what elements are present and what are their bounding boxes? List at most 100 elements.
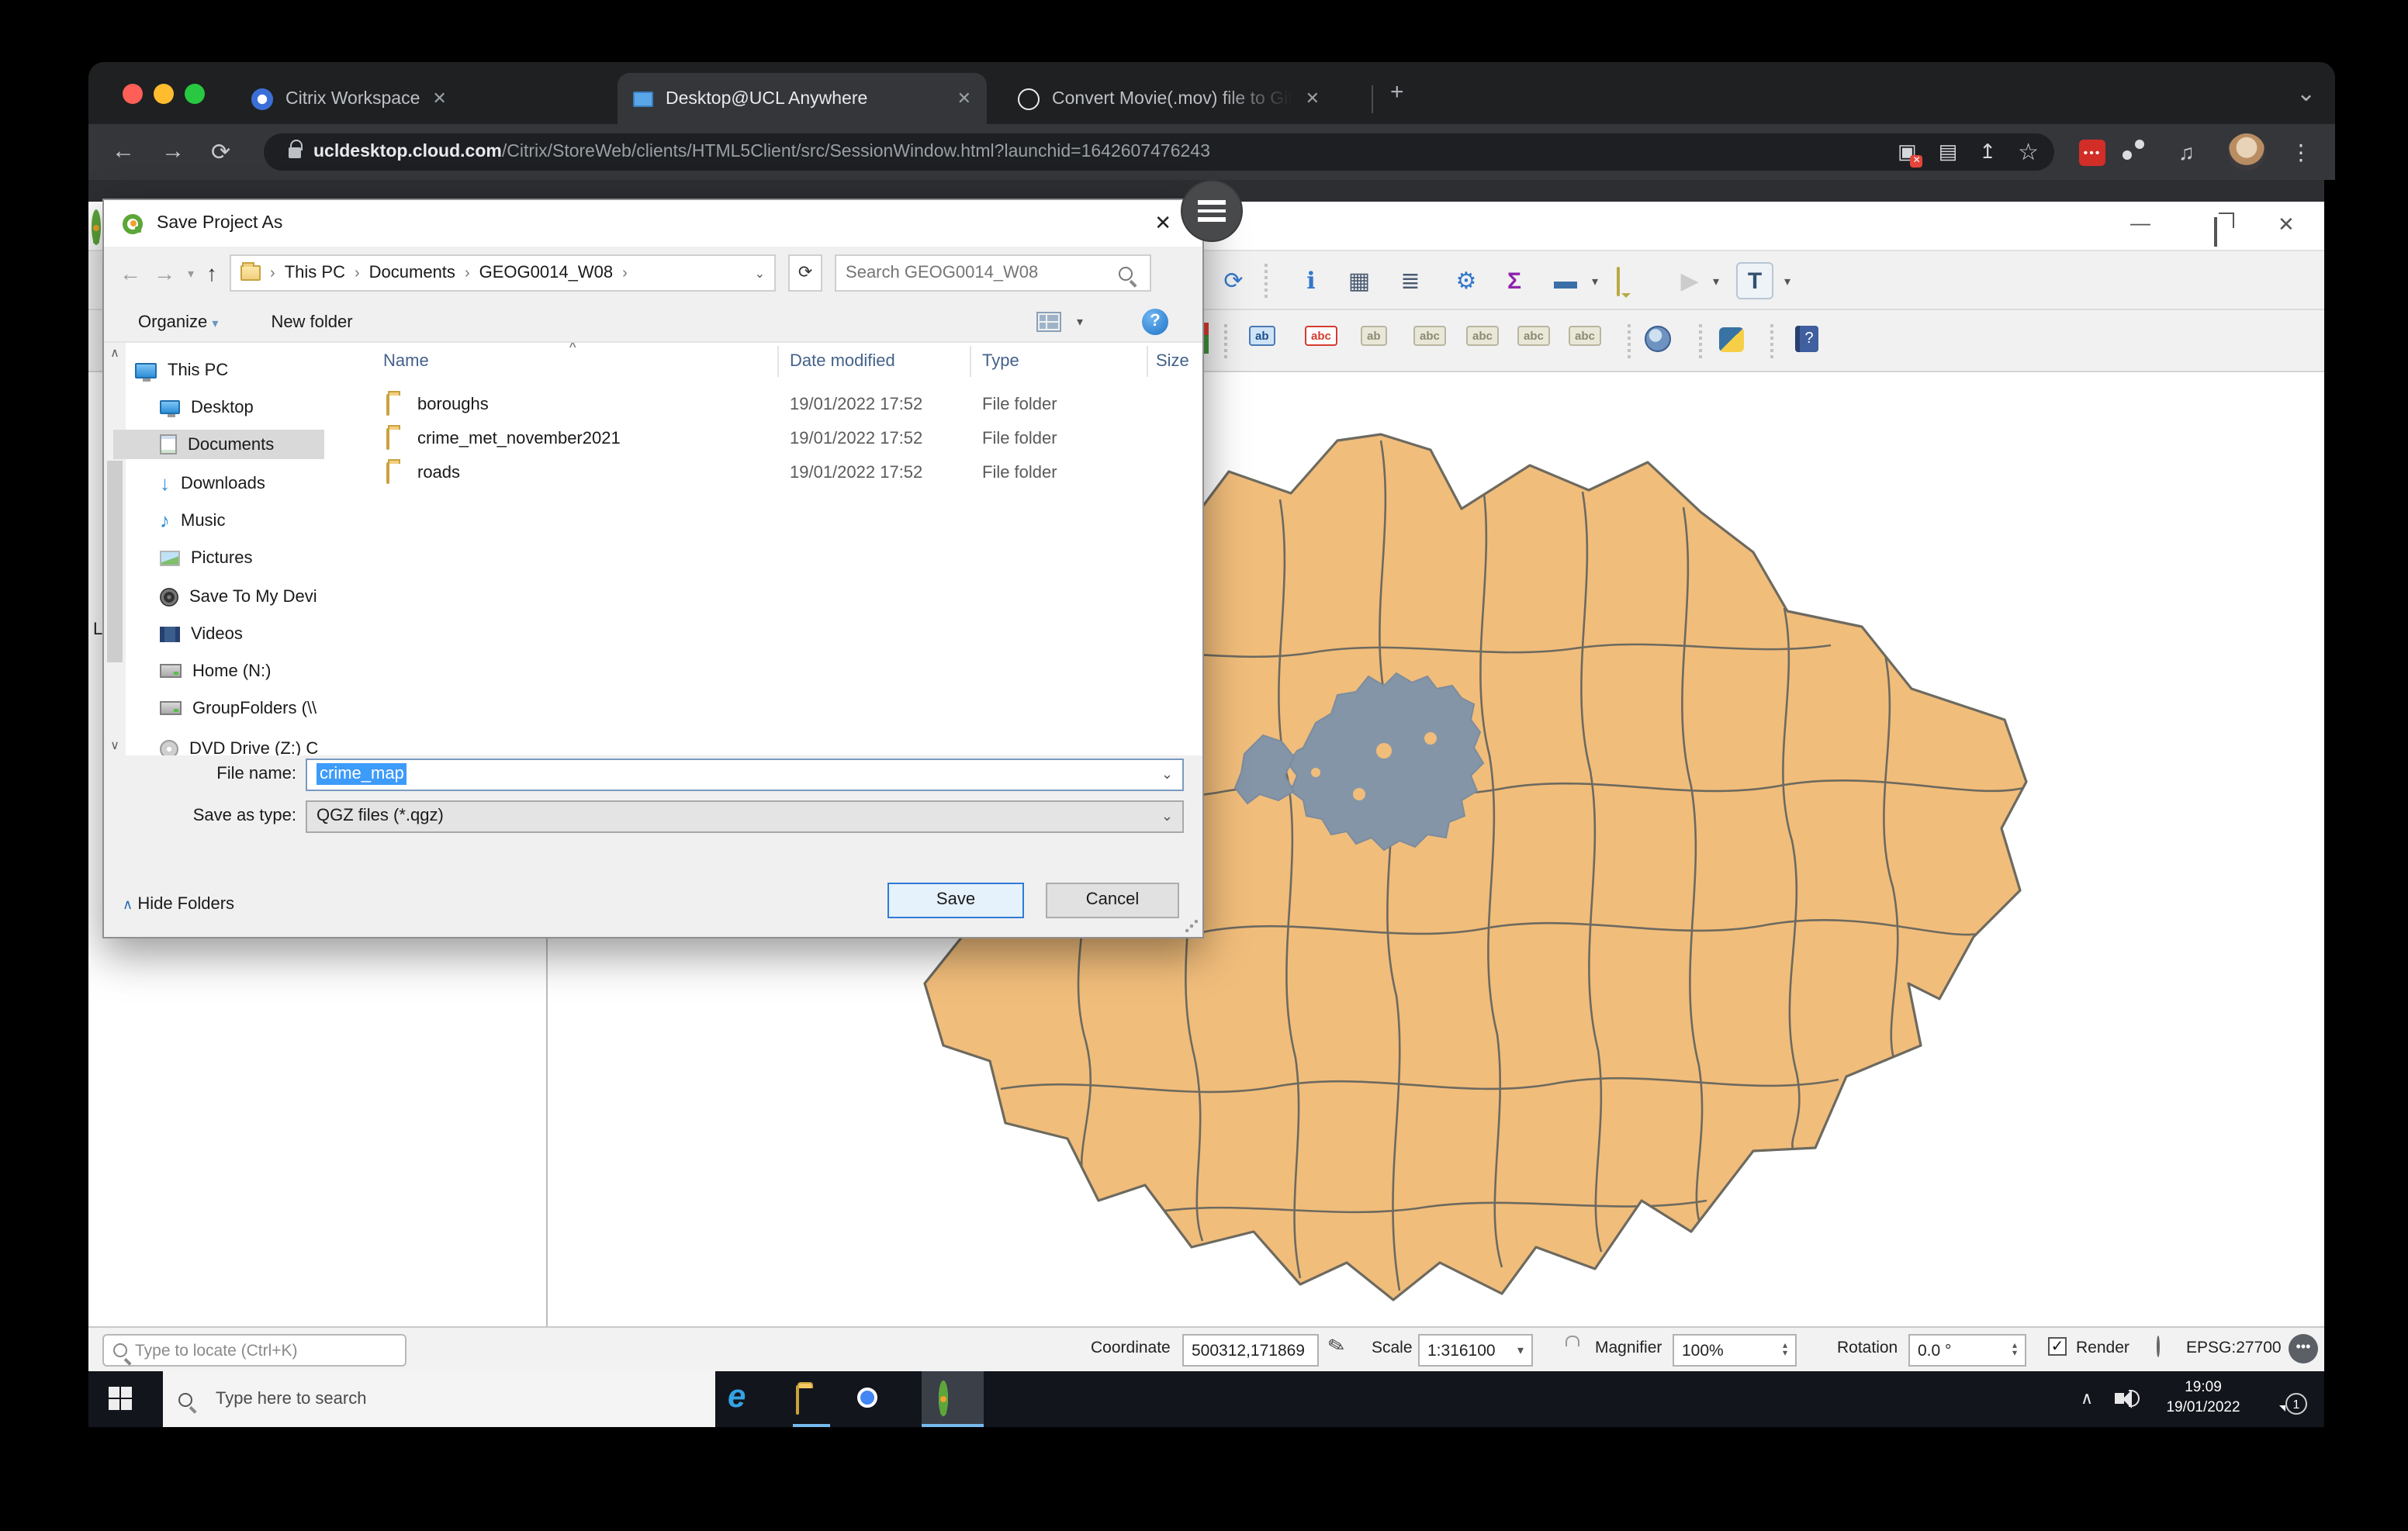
file-name-dropdown-icon[interactable]: ⌄: [1161, 766, 1173, 783]
help-button[interactable]: ?: [1142, 309, 1168, 335]
crs-value[interactable]: EPSG:27700: [2186, 1339, 2282, 1357]
tab-search-chevron-icon[interactable]: ⌄: [2296, 79, 2316, 107]
run-feature-action-icon[interactable]: ▶: [1671, 262, 1708, 299]
breadcrumb-dropdown-icon[interactable]: ⌄: [755, 266, 765, 280]
mac-close-button[interactable]: [123, 84, 143, 104]
sidebar-item-desktop[interactable]: Desktop: [160, 392, 254, 422]
tab-close-icon[interactable]: ✕: [1306, 88, 1320, 109]
profile-avatar[interactable]: [2228, 133, 2265, 171]
metasearch-globe-icon[interactable]: [1645, 326, 1671, 352]
label-highlight-icon[interactable]: abc: [1305, 326, 1337, 346]
map-tips-icon[interactable]: [1617, 267, 1620, 296]
dialog-search-box[interactable]: [835, 254, 1151, 292]
save-as-type-select[interactable]: QGZ files (*.qgz) ⌄: [306, 800, 1184, 832]
python-console-icon[interactable]: [1719, 327, 1744, 352]
share-icon[interactable]: ↥: [1979, 140, 1996, 164]
sidebar-item-pictures[interactable]: Pictures: [160, 543, 253, 572]
scale-combo[interactable]: 1:316100▾: [1418, 1334, 1533, 1367]
text-annotation-icon[interactable]: T: [1736, 262, 1773, 299]
coordinate-input[interactable]: 500312,171869: [1182, 1334, 1319, 1367]
breadcrumb-this-pc[interactable]: This PC: [285, 264, 345, 282]
sidebar-item-groupfolders[interactable]: GroupFolders (\\: [160, 693, 317, 723]
nav-history-icon[interactable]: ▾: [188, 266, 194, 280]
column-header-size[interactable]: Size: [1156, 352, 1189, 371]
dialog-close-icon[interactable]: ✕: [1142, 208, 1184, 239]
toolbar-handle[interactable]: [1265, 264, 1271, 298]
lastpass-extension-icon[interactable]: •••: [2079, 140, 2105, 166]
breadcrumb-current-folder[interactable]: GEOG0014_W08: [479, 264, 613, 282]
identify-features-icon[interactable]: ℹ: [1292, 262, 1330, 299]
file-row-crime-met[interactable]: crime_met_november2021 19/01/2022 17:52 …: [349, 423, 1202, 456]
sidebar-item-save-to-my-device[interactable]: Save To My Devi: [160, 582, 317, 611]
reload-icon[interactable]: ⟳: [211, 138, 230, 166]
organize-button[interactable]: Organize ▾: [138, 313, 218, 331]
magnifier-input[interactable]: 100%▴▾: [1673, 1334, 1797, 1367]
scrollbar-thumb[interactable]: [107, 461, 123, 662]
locate-input[interactable]: Type to locate (Ctrl+K): [102, 1334, 407, 1367]
nav-back-icon[interactable]: ←: [119, 261, 141, 285]
tab-close-icon[interactable]: ✕: [432, 88, 446, 109]
resize-grip[interactable]: [1185, 920, 1198, 932]
breadcrumb[interactable]: › This PC › Documents › GEOG0014_W08 › ⌄: [230, 254, 776, 292]
bookmark-star-icon[interactable]: ☆: [2018, 138, 2039, 166]
tray-expand-icon[interactable]: ∧: [2081, 1388, 2093, 1408]
sidebar-item-home-drive[interactable]: Home (N:): [160, 656, 271, 686]
dialog-title-bar[interactable]: Save Project As ✕: [104, 200, 1202, 247]
browser-menu-kebab-icon[interactable]: ⋮: [2290, 140, 2312, 166]
crs-globe-icon[interactable]: [2157, 1336, 2160, 1357]
attribute-table-icon[interactable]: ▦: [1341, 262, 1378, 299]
volume-icon[interactable]: [2115, 1390, 2140, 1407]
sidebar-item-music[interactable]: ♪Music: [160, 506, 225, 535]
text-annotation-dropdown-icon[interactable]: ▾: [1784, 275, 1790, 289]
refresh-button[interactable]: ⟳: [788, 254, 822, 292]
back-icon[interactable]: ←: [112, 138, 135, 164]
start-button[interactable]: [109, 1387, 132, 1410]
toolbar-handle[interactable]: [1699, 324, 1705, 358]
help-icon[interactable]: ?: [1795, 326, 1818, 352]
new-folder-button[interactable]: New folder: [271, 313, 352, 331]
refresh-map-icon[interactable]: ⟳: [1215, 262, 1252, 299]
render-checkbox[interactable]: ✓: [2048, 1337, 2067, 1356]
breadcrumb-documents[interactable]: Documents: [369, 264, 455, 282]
clipboard-icon[interactable]: ▤: [1939, 140, 1958, 164]
statistical-summary-icon[interactable]: ≣: [1392, 262, 1429, 299]
column-header-name[interactable]: Name: [383, 352, 429, 371]
processing-toolbox-icon[interactable]: ⚙: [1448, 262, 1485, 299]
window-close-icon[interactable]: ✕: [2278, 213, 2295, 237]
mac-zoom-button[interactable]: [185, 84, 205, 104]
hide-folders-button[interactable]: ∧ Hide Folders: [123, 895, 234, 914]
rotation-input[interactable]: 0.0 °▴▾: [1908, 1334, 2026, 1367]
cancel-button[interactable]: Cancel: [1046, 883, 1179, 918]
url-text[interactable]: ucldesktop.cloud.com/Citrix/StoreWeb/cli…: [313, 143, 1876, 161]
toolbar-handle[interactable]: [1770, 324, 1777, 358]
sidebar-item-downloads[interactable]: ↓Downloads: [160, 468, 265, 498]
save-button[interactable]: Save: [887, 883, 1024, 918]
citrix-menu-button[interactable]: [1181, 180, 1243, 242]
taskbar-search[interactable]: Type here to search: [163, 1371, 715, 1427]
forward-icon[interactable]: →: [161, 138, 185, 164]
taskbar-clock[interactable]: 19:09 19/01/2022: [2152, 1377, 2254, 1418]
run-feature-action-dropdown-icon[interactable]: ▾: [1713, 275, 1719, 289]
label-pin-icon[interactable]: ab: [1249, 326, 1275, 346]
window-minimize-icon[interactable]: —: [2130, 211, 2150, 234]
address-bar[interactable]: ucldesktop.cloud.com/Citrix/StoreWeb/cli…: [264, 133, 2054, 171]
scroll-down-icon[interactable]: ∨: [104, 738, 126, 752]
sidebar-item-this-pc[interactable]: This PC: [135, 355, 228, 385]
mac-minimize-button[interactable]: [154, 84, 174, 104]
sidebar-item-documents[interactable]: Documents: [113, 430, 324, 459]
column-header-type[interactable]: Type: [982, 352, 1019, 371]
save-as-type-dropdown-icon[interactable]: ⌄: [1161, 807, 1173, 824]
cast-stop-icon[interactable]: ▣✕: [1898, 140, 1917, 164]
measure-icon[interactable]: ▬: [1547, 262, 1584, 299]
file-row-roads[interactable]: roads 19/01/2022 17:52 File folder: [349, 458, 1202, 490]
nav-up-icon[interactable]: ↑: [206, 261, 217, 285]
file-explorer-icon[interactable]: [796, 1385, 799, 1415]
toolbar-handle[interactable]: [1224, 324, 1230, 358]
scroll-up-icon[interactable]: ∧: [104, 343, 126, 360]
internet-explorer-icon[interactable]: e: [728, 1379, 746, 1416]
tab-citrix-workspace[interactable]: Citrix Workspace ✕: [236, 73, 462, 124]
measure-dropdown-icon[interactable]: ▾: [1592, 275, 1598, 289]
tab-close-icon[interactable]: ✕: [957, 88, 971, 109]
sidebar-scrollbar[interactable]: ∧ ∨: [104, 343, 126, 755]
new-tab-button[interactable]: +: [1390, 79, 1404, 105]
